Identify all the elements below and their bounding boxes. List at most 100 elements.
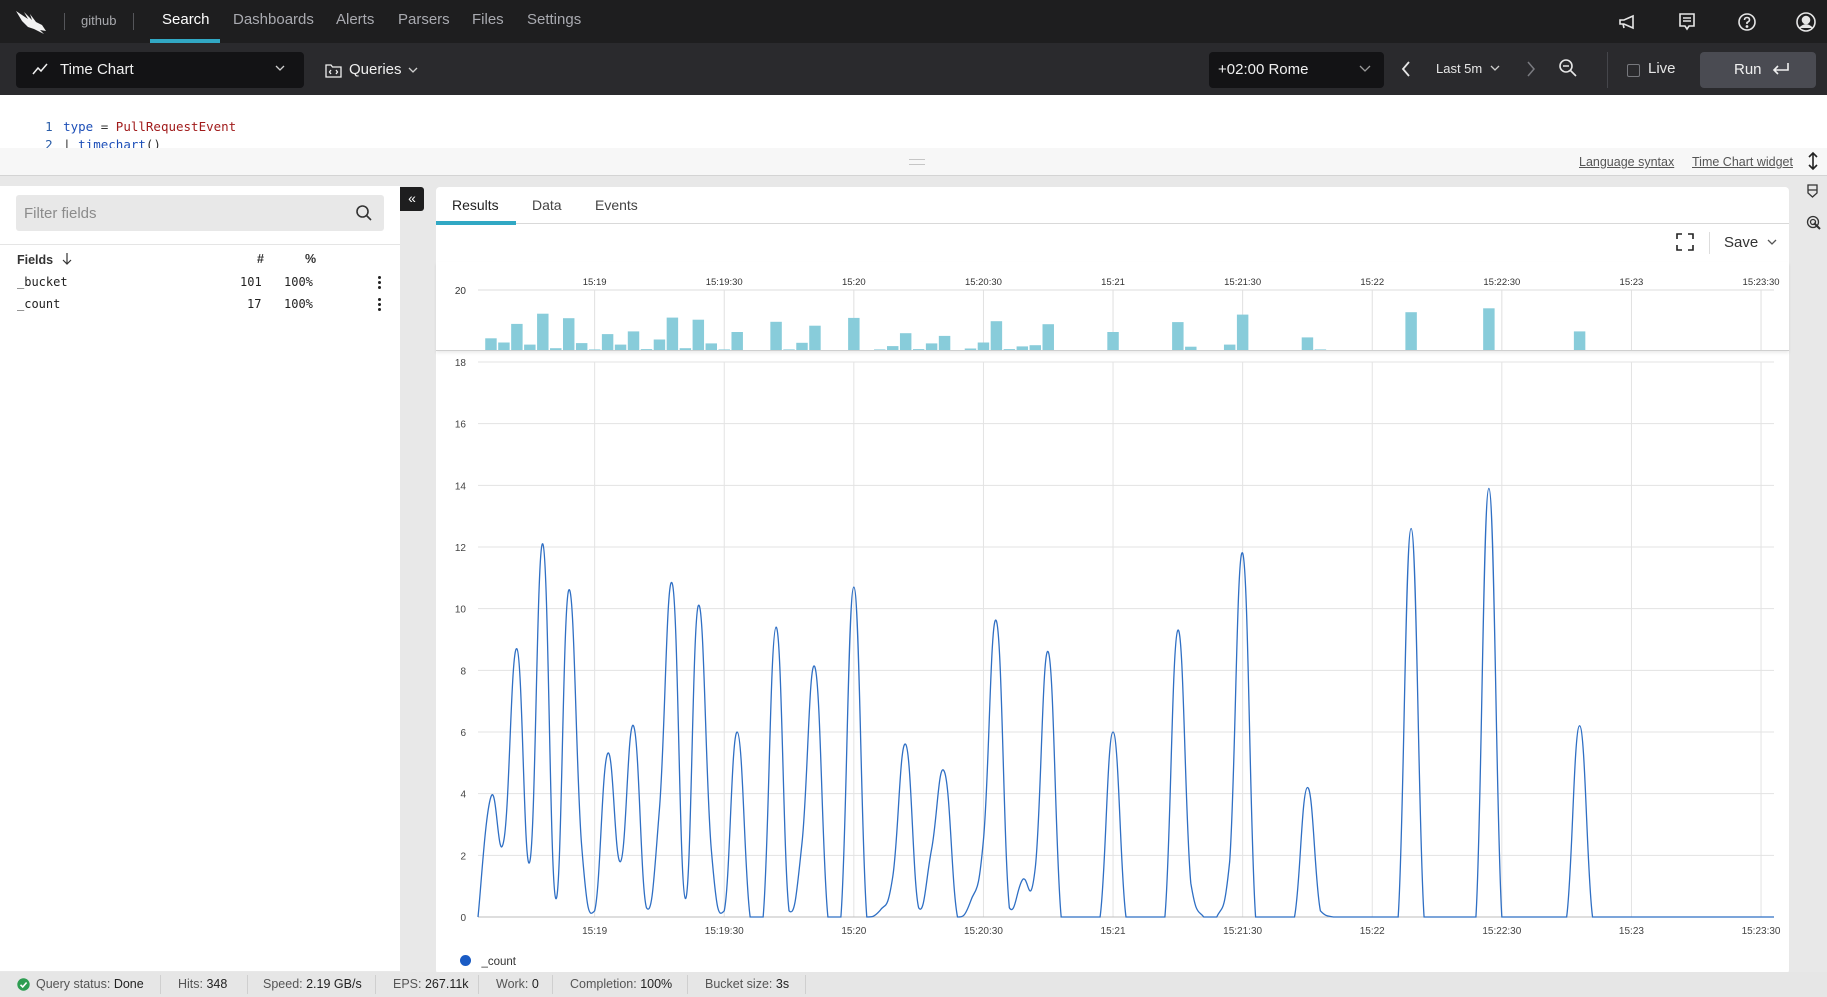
time-series-line-chart[interactable]: 0 2 4 6 8 10 12 14 16 18 15:19 15:19:30 15:20 15:20:3… bbox=[436, 352, 1789, 972]
save-menu-button[interactable]: Save bbox=[1724, 234, 1778, 251]
divider bbox=[552, 975, 553, 994]
zoom-out-icon[interactable] bbox=[1558, 58, 1578, 78]
language-syntax-link[interactable]: Language syntax bbox=[1579, 155, 1674, 169]
overview-x-tick-label: 15:21 bbox=[1101, 277, 1125, 288]
overview-x-tick-label: 15:20:30 bbox=[965, 277, 1002, 288]
fields-panel: Fields # % _bucket 101 100% _count 17 10… bbox=[0, 186, 400, 971]
widget-help-link[interactable]: Time Chart widget bbox=[1692, 155, 1793, 169]
timezone-select[interactable]: +02:00 Rome bbox=[1209, 52, 1384, 88]
y-tick-label: 12 bbox=[455, 543, 467, 554]
divider bbox=[687, 975, 688, 994]
chevron-down-icon bbox=[275, 65, 285, 71]
hits-count: Hits: 348 bbox=[178, 977, 228, 991]
overview-bar bbox=[977, 342, 990, 350]
field-percent: 100% bbox=[284, 275, 313, 289]
nav-settings[interactable]: Settings bbox=[527, 11, 581, 28]
overview-bar-chart[interactable]: 20 15:19 15:19:30 15:20 15:20:30 15:21 15:21:3… bbox=[436, 262, 1789, 351]
tab-results[interactable]: Results bbox=[452, 197, 499, 213]
collapse-fields-panel-button[interactable]: « bbox=[400, 187, 424, 211]
x-tick-label: 15:22:30 bbox=[1482, 926, 1521, 937]
tab-events[interactable]: Events bbox=[595, 197, 638, 213]
nav-alerts[interactable]: Alerts bbox=[336, 11, 374, 28]
count-column-header[interactable]: # bbox=[257, 252, 264, 266]
chart-legend[interactable]: _count bbox=[460, 952, 516, 970]
x-tick-label: 15:23 bbox=[1619, 926, 1644, 937]
overview-bar bbox=[1301, 337, 1314, 350]
percent-column-header[interactable]: % bbox=[305, 252, 316, 266]
overview-bar bbox=[1185, 346, 1197, 350]
events-per-second: EPS: 267.11k bbox=[393, 977, 469, 991]
nav-search[interactable]: Search bbox=[162, 11, 210, 28]
megaphone-icon[interactable] bbox=[1616, 11, 1638, 33]
query-editor[interactable]: 1 type = PullRequestEvent 2 | timechart() bbox=[0, 95, 1827, 152]
x-tick-label: 15:22 bbox=[1360, 926, 1385, 937]
bookmark-icon[interactable] bbox=[1806, 184, 1819, 199]
x-tick-label: 15:20:30 bbox=[964, 926, 1003, 937]
resize-grip-icon[interactable] bbox=[909, 159, 925, 165]
tab-data[interactable]: Data bbox=[532, 197, 562, 213]
falcon-logo-icon[interactable] bbox=[14, 9, 48, 35]
overview-bar bbox=[1314, 349, 1327, 350]
overview-bar bbox=[938, 335, 951, 350]
live-checkbox[interactable] bbox=[1627, 64, 1640, 77]
previous-time-range-button[interactable] bbox=[1400, 60, 1412, 78]
next-time-range-button[interactable] bbox=[1525, 60, 1537, 78]
y-tick-label: 0 bbox=[460, 913, 466, 924]
filter-fields-input[interactable] bbox=[16, 195, 384, 231]
widget-type-label: Time Chart bbox=[60, 61, 134, 78]
overview-x-tick-label: 15:23 bbox=[1620, 277, 1644, 288]
overview-bar bbox=[550, 348, 562, 350]
query-status: Query status: Done bbox=[36, 977, 144, 991]
fields-column-header[interactable]: Fields bbox=[17, 252, 73, 267]
overview-bar bbox=[874, 349, 886, 350]
overview-bar bbox=[1016, 346, 1029, 350]
x-tick-label: 15:19 bbox=[582, 926, 607, 937]
field-menu-icon[interactable] bbox=[378, 298, 382, 313]
live-label[interactable]: Live bbox=[1648, 60, 1676, 77]
time-range-select[interactable]: Last 5m bbox=[1436, 61, 1501, 76]
widget-type-select[interactable]: Time Chart bbox=[16, 52, 304, 88]
user-avatar-icon[interactable] bbox=[1795, 11, 1817, 33]
overview-bar bbox=[731, 332, 743, 350]
run-button[interactable]: Run bbox=[1700, 52, 1816, 88]
fullscreen-icon[interactable] bbox=[1676, 233, 1694, 251]
inspect-cursor-icon[interactable] bbox=[1806, 215, 1821, 230]
feedback-icon[interactable] bbox=[1676, 11, 1698, 33]
run-label: Run bbox=[1734, 61, 1762, 78]
fields-header-label: Fields bbox=[17, 253, 54, 267]
nav-dashboards[interactable]: Dashboards bbox=[233, 11, 314, 28]
field-name[interactable]: _count bbox=[17, 297, 60, 311]
help-icon[interactable] bbox=[1736, 11, 1758, 33]
filter-container bbox=[0, 186, 400, 245]
field-name[interactable]: _bucket bbox=[17, 275, 68, 289]
nav-parsers[interactable]: Parsers bbox=[398, 11, 450, 28]
y-tick-label: 14 bbox=[455, 481, 467, 492]
x-tick-label: 15:21 bbox=[1101, 926, 1126, 937]
divider bbox=[247, 975, 248, 994]
overview-bar bbox=[796, 342, 808, 350]
x-tick-label: 15:23:30 bbox=[1742, 926, 1781, 937]
overview-bar bbox=[640, 349, 653, 350]
repository-name[interactable]: github bbox=[81, 13, 116, 28]
chevron-down-icon bbox=[1767, 239, 1777, 245]
expand-vertical-icon[interactable] bbox=[1806, 151, 1820, 171]
overview-bar bbox=[809, 325, 821, 350]
nav-files[interactable]: Files bbox=[472, 11, 504, 28]
divider bbox=[805, 975, 806, 994]
overview-bar bbox=[1107, 332, 1119, 350]
active-tab-indicator bbox=[436, 221, 516, 225]
overview-bar bbox=[1405, 312, 1417, 350]
x-tick-label: 15:21:30 bbox=[1223, 926, 1262, 937]
overview-bar bbox=[627, 331, 640, 350]
search-icon[interactable] bbox=[355, 204, 373, 222]
overview-bar bbox=[1223, 344, 1236, 350]
folder-code-icon bbox=[325, 64, 342, 78]
bucket-size: Bucket size: 3s bbox=[705, 977, 790, 991]
overview-x-tick-label: 15:20 bbox=[842, 277, 866, 288]
divider bbox=[160, 975, 161, 994]
editor-resize-bar[interactable]: Language syntax Time Chart widget bbox=[0, 148, 1827, 176]
y-tick-label: 18 bbox=[455, 358, 467, 369]
field-menu-icon[interactable] bbox=[378, 276, 382, 291]
y-tick-label: 10 bbox=[455, 605, 467, 616]
divider bbox=[478, 975, 479, 994]
